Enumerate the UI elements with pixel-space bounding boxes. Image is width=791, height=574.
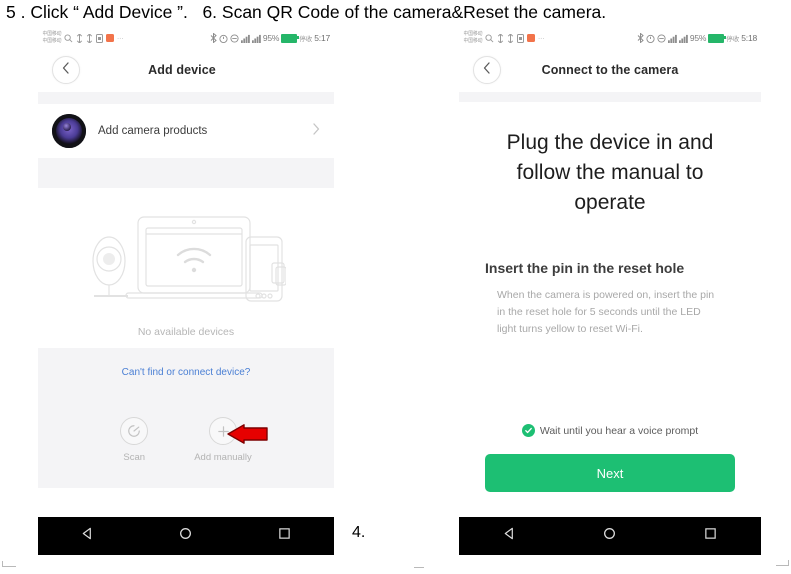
header-divider-band — [459, 92, 761, 102]
battery-icon — [708, 33, 727, 43]
section-gap-band — [38, 158, 334, 188]
empty-state-label: No available devices — [38, 326, 334, 348]
bluetooth-icon — [210, 33, 217, 43]
app-header: Connect to the camera — [459, 48, 761, 92]
battery-percent-label: 95% — [262, 33, 280, 43]
help-link-band: Can't find or connect device? — [38, 348, 334, 392]
add-manually-label: Add manually — [194, 452, 252, 463]
carrier-label: 中国移动 中国移动 — [464, 31, 483, 45]
signal-bars-icon — [240, 34, 250, 43]
android-back-button[interactable] — [64, 527, 110, 545]
check-circle-icon — [521, 424, 535, 437]
network-label: 停收 — [726, 36, 740, 43]
phone-screenshot-left: 中国移动 中国移动 ··· 95% 停收 5:17 Add device Add… — [38, 28, 334, 555]
battery-percent-label: 95% — [689, 33, 707, 43]
list-item-label: Add camera products — [98, 125, 208, 137]
cant-find-device-link[interactable]: Can't find or connect device? — [122, 367, 251, 378]
clock-label: 5:17 — [314, 33, 330, 43]
status-more-dots: ··· — [117, 34, 124, 42]
alarm-icon — [646, 34, 655, 43]
status-bar: 中国移动 中国移动 ··· 95% 停收 5:17 — [38, 28, 334, 48]
sim-card-icon — [96, 33, 104, 43]
back-triangle-icon — [81, 527, 94, 545]
page-title: Add device — [148, 63, 216, 77]
status-icons-right: 95% 停收 5:17 — [210, 33, 330, 43]
step-number-note: 4. — [352, 524, 366, 541]
scan-icon — [120, 417, 149, 445]
android-recents-button[interactable] — [262, 527, 308, 545]
clock-label: 5:18 — [741, 33, 757, 43]
home-circle-icon — [603, 527, 616, 545]
red-arrow-annotation — [226, 424, 268, 444]
home-circle-icon — [179, 527, 192, 545]
page-caption: 5 . Click “ Add Device ”. 6. Scan QR Cod… — [6, 2, 607, 22]
phone-screenshot-right: 中国移动 中国移动 ··· 95% 停收 5:18 Connect to the… — [459, 28, 761, 555]
carrier-line-2: 中国移动 — [42, 38, 62, 44]
app-header: Add device — [38, 48, 334, 92]
back-triangle-icon — [503, 527, 516, 545]
android-back-button[interactable] — [486, 527, 532, 545]
arrow-updown-icon — [76, 33, 83, 43]
android-nav-bar — [459, 517, 761, 555]
battery-icon — [281, 33, 300, 43]
instructions-body: Plug the device in and follow the manual… — [459, 102, 761, 492]
carrier-label: 中国移动 中国移动 — [43, 31, 62, 45]
camera-lens-icon — [52, 114, 86, 148]
status-icons-left: ··· — [64, 33, 124, 43]
signal-bars-icon — [678, 34, 688, 43]
android-nav-bar — [38, 517, 334, 555]
carrier-line-2: 中国移动 — [463, 38, 483, 44]
android-home-button[interactable] — [163, 527, 209, 545]
status-more-dots: ··· — [538, 34, 545, 42]
search-icon — [485, 33, 494, 43]
section-title: Insert the pin in the reset hole — [485, 260, 685, 276]
android-recents-button[interactable] — [688, 527, 734, 545]
header-divider-band — [38, 92, 334, 104]
orange-app-icon — [527, 34, 536, 42]
section-body: When the camera is powered on, insert th… — [497, 289, 715, 335]
page-title: Connect to the camera — [541, 63, 679, 77]
scan-action[interactable]: Scan — [120, 417, 149, 463]
recents-square-icon — [278, 527, 291, 545]
arrow-updown-icon — [497, 33, 504, 43]
dnd-icon — [657, 33, 666, 43]
page-corner-mark — [2, 561, 3, 567]
signal-bars-icon — [667, 34, 677, 43]
alarm-icon — [219, 34, 228, 43]
bluetooth-icon — [637, 33, 644, 43]
carrier-line-1: 中国移动 — [42, 31, 62, 37]
voice-prompt-label: Wait until you hear a voice prompt — [539, 424, 699, 437]
list-item-add-camera-products[interactable]: Add camera products — [38, 104, 334, 158]
dnd-icon — [230, 33, 239, 43]
orange-app-icon — [106, 34, 115, 42]
network-label: 停收 — [299, 36, 313, 43]
status-icons-right: 95% 停收 5:18 — [637, 33, 757, 43]
signal-bars-icon — [251, 34, 261, 43]
next-button[interactable]: Next — [485, 454, 735, 492]
chevron-right-icon — [312, 122, 320, 140]
next-button-label: Next — [596, 465, 624, 481]
devices-wifi-illustration — [38, 188, 334, 326]
sim-card-icon — [517, 33, 525, 43]
headline: Plug the device in and follow the manual… — [506, 131, 714, 214]
scan-label: Scan — [123, 452, 146, 463]
search-icon — [64, 33, 73, 43]
voice-prompt-row: Wait until you hear a voice prompt — [485, 338, 735, 437]
page-corner-mark — [2, 566, 16, 567]
carrier-line-1: 中国移动 — [463, 31, 483, 37]
arrow-updown-icon — [507, 33, 514, 43]
status-icons-left: ··· — [485, 33, 545, 43]
android-home-button[interactable] — [587, 527, 633, 545]
bottom-actions: Scan Add manually — [38, 392, 334, 488]
status-bar: 中国移动 中国移动 ··· 95% 停收 5:18 — [459, 28, 761, 48]
arrow-updown-icon — [86, 33, 93, 43]
recents-square-icon — [704, 527, 717, 545]
page-corner-mark — [788, 560, 789, 566]
page-corner-mark — [414, 567, 424, 568]
